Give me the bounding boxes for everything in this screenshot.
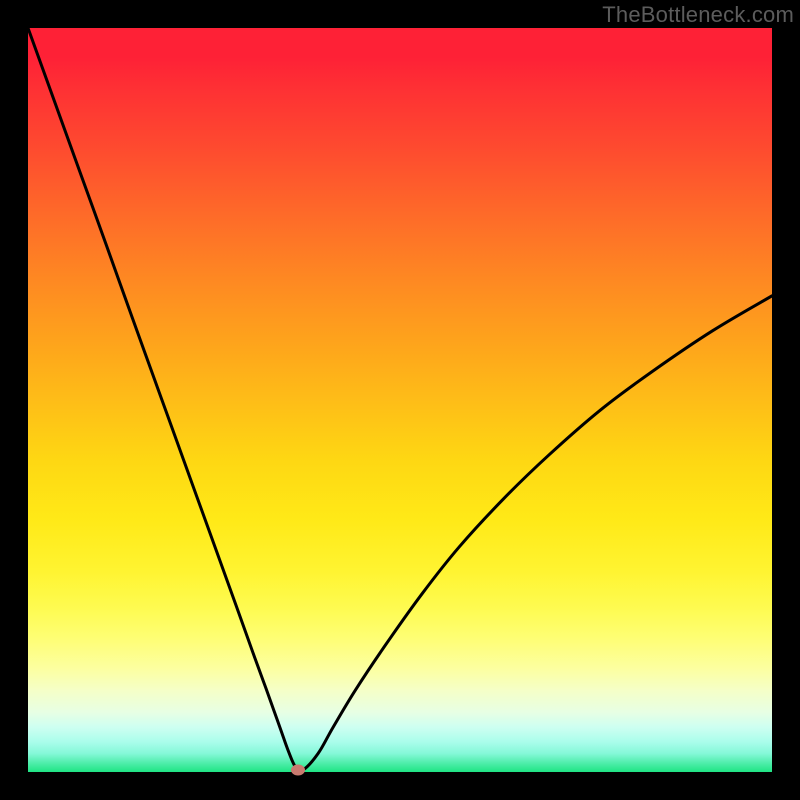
chart-frame: TheBottleneck.com [0, 0, 800, 800]
bottleneck-curve [28, 28, 772, 772]
watermark-text: TheBottleneck.com [602, 2, 794, 28]
curve-path [28, 28, 772, 771]
chart-plot-area [28, 28, 772, 772]
optimal-point-marker [291, 764, 305, 775]
